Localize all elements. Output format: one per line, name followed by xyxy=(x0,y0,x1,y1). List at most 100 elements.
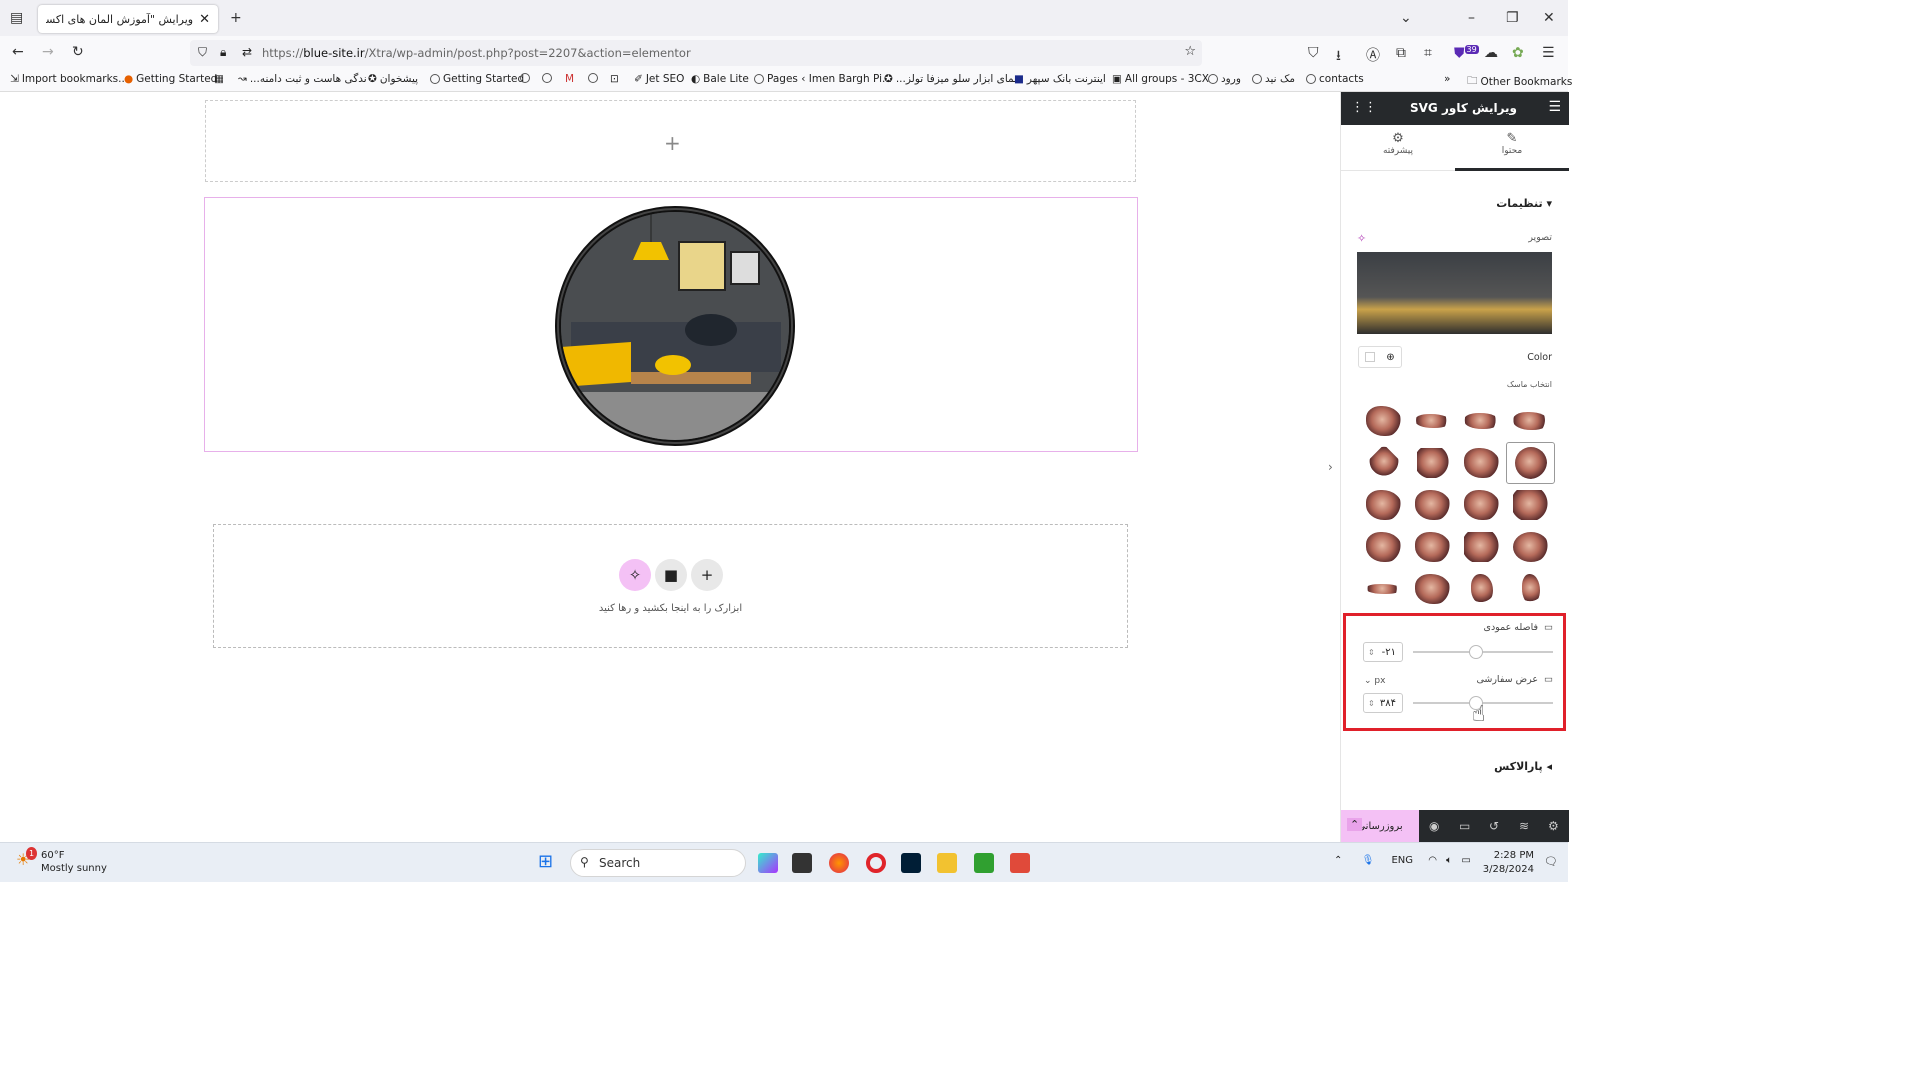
chevron-up-icon[interactable]: ⌃ xyxy=(1334,855,1342,866)
language-indicator[interactable]: ENG xyxy=(1391,855,1413,866)
mask-option[interactable] xyxy=(1408,442,1457,484)
crop-icon[interactable]: ⌗ xyxy=(1424,45,1432,61)
wifi-icon[interactable]: ◠ xyxy=(1428,855,1437,866)
bookmark-item[interactable]: ▣ All groups - 3CX xyxy=(1112,73,1209,85)
tab-list-icon[interactable]: ▤ xyxy=(10,10,23,26)
bookmark-item[interactable]: Pages ‹ Imen Bargh Pi... xyxy=(754,73,892,85)
navigator-icon[interactable]: ≋ xyxy=(1519,819,1529,833)
account-icon[interactable]: Ⓐ xyxy=(1366,45,1380,65)
mask-option[interactable] xyxy=(1359,442,1408,484)
cloud-icon[interactable]: ☁ xyxy=(1484,45,1498,61)
mask-option[interactable] xyxy=(1457,400,1506,442)
back-icon[interactable]: ← xyxy=(12,44,24,60)
bookmark-item[interactable]: contacts xyxy=(1306,73,1364,85)
address-bar[interactable]: ⛉ 🔒︎ ⇄ https://blue-site.ir/Xtra/wp-admi… xyxy=(190,40,1202,66)
collapse-panel-icon[interactable]: › xyxy=(1328,460,1333,474)
slider-handle[interactable] xyxy=(1469,645,1483,659)
parallax-section-header[interactable]: ◂ پارالاکس xyxy=(1494,760,1552,773)
mask-option[interactable] xyxy=(1408,526,1457,568)
firefox-icon[interactable] xyxy=(829,853,849,873)
image-thumbnail[interactable] xyxy=(1357,252,1552,334)
settings-gear-icon[interactable]: ⚙ xyxy=(1548,819,1559,833)
stepper-icon[interactable]: ⇕ xyxy=(1368,699,1375,708)
mask-option[interactable] xyxy=(1457,442,1506,484)
notification-icon[interactable]: 🗨︎ xyxy=(1544,855,1558,868)
desktop-icon[interactable]: ▭ xyxy=(1544,622,1553,633)
reload-icon[interactable]: ↻ xyxy=(72,44,84,60)
template-folder-button[interactable]: ■ xyxy=(655,559,687,591)
bookmark-item[interactable]: ✐ Jet SEO xyxy=(634,73,684,85)
photoshop-icon[interactable] xyxy=(901,853,921,873)
gmail-icon[interactable]: M xyxy=(565,73,574,85)
menu-icon[interactable]: ☰ xyxy=(1542,45,1555,61)
taskbar-search[interactable]: ⚲ Search xyxy=(570,849,746,877)
unit-select[interactable]: ⌄ px xyxy=(1364,676,1385,686)
preview-eye-icon[interactable]: ◉ xyxy=(1429,819,1439,833)
battery-icon[interactable]: ▭ xyxy=(1461,855,1470,866)
chevrons-icon[interactable]: » xyxy=(1444,73,1450,85)
custom-width-input[interactable]: ⇕ ۳۸۴ xyxy=(1363,693,1403,713)
shield-extension-icon[interactable]: ⛊ 39 xyxy=(1454,45,1479,62)
opera-icon[interactable] xyxy=(866,853,886,873)
mask-option[interactable] xyxy=(1506,484,1555,526)
extensions-icon[interactable]: ⧉ xyxy=(1396,45,1406,61)
desktop-icon[interactable]: ▭ xyxy=(1544,674,1553,685)
tab-advanced[interactable]: ⚙ پیشرفته xyxy=(1341,131,1455,156)
bookmark-item[interactable]: ورود xyxy=(1208,73,1241,85)
task-view-icon[interactable] xyxy=(792,853,812,873)
ai-sparkle-button[interactable]: ✧ xyxy=(619,559,651,591)
bookmark-item[interactable]: ■ اینترنت بانک سپهر xyxy=(1014,73,1106,85)
settings-section-header[interactable]: ▾ تنظیمات xyxy=(1496,197,1552,210)
permissions-icon[interactable]: ⇄ xyxy=(242,45,252,59)
globe-icon[interactable] xyxy=(542,73,552,83)
bookmark-item[interactable]: Getting Started xyxy=(430,73,524,85)
responsive-icon[interactable]: ▭ xyxy=(1459,819,1470,833)
bookmark-item[interactable]: ↝ ...ندگی هاست و ثبت دامنه xyxy=(238,73,367,85)
close-tab-icon[interactable]: ✕ xyxy=(199,12,210,27)
add-section-icon[interactable]: + xyxy=(664,131,681,155)
color-picker[interactable]: ⊕ xyxy=(1358,346,1402,368)
windows-start-icon[interactable]: ⊞ xyxy=(538,851,553,872)
bookmark-item[interactable]: ✪ پیشخوان xyxy=(368,73,418,85)
file-explorer-icon[interactable] xyxy=(937,853,957,873)
mask-option[interactable] xyxy=(1506,400,1555,442)
mask-option[interactable] xyxy=(1359,400,1408,442)
stepper-icon[interactable]: ⇕ xyxy=(1368,648,1375,657)
svg-cover-section[interactable] xyxy=(204,197,1138,452)
lock-icon[interactable]: 🔒︎ xyxy=(220,45,226,60)
ai-sparkle-icon[interactable]: ✧ xyxy=(1357,232,1366,245)
bookmark-item[interactable]: ⇲ Import bookmarks... xyxy=(10,73,128,85)
tab-content[interactable]: ✎ محتوا xyxy=(1455,131,1569,171)
grid-menu-icon[interactable]: ⋮⋮ xyxy=(1351,100,1377,115)
minimize-icon[interactable]: – xyxy=(1468,10,1475,26)
vertical-spacing-input[interactable]: ⇕ -۲۱ xyxy=(1363,642,1403,662)
mask-option[interactable] xyxy=(1359,484,1408,526)
globe-icon[interactable]: ⊕ xyxy=(1380,347,1401,367)
chevron-up-icon[interactable]: ⌃ xyxy=(1347,818,1363,831)
add-section-button[interactable]: + xyxy=(691,559,723,591)
restore-icon[interactable]: ❐ xyxy=(1506,10,1519,26)
mask-option[interactable] xyxy=(1457,568,1506,610)
bookmark-item[interactable]: ✪ ...نمای ابزار سلو میزفا تولز xyxy=(884,73,1017,85)
recorder-icon[interactable] xyxy=(1010,853,1030,873)
downloads-icon[interactable]: ⭳ xyxy=(1336,45,1341,69)
bookmark-item[interactable]: ● Getting Started xyxy=(124,73,217,85)
globe-icon[interactable] xyxy=(520,73,530,83)
copilot-icon[interactable] xyxy=(758,853,778,873)
mask-option[interactable] xyxy=(1408,568,1457,610)
extension-icon[interactable]: ✿ xyxy=(1512,45,1524,61)
mask-option[interactable] xyxy=(1408,400,1457,442)
mask-option[interactable] xyxy=(1457,484,1506,526)
clock[interactable]: 2:28 PM 3/28/2024 xyxy=(1483,849,1534,877)
weather-widget[interactable]: ☀ 1 60°F Mostly sunny xyxy=(16,847,107,875)
bookmark-folder[interactable]: 🗀︎ Other Bookmarks xyxy=(1467,73,1572,91)
close-window-icon[interactable]: ✕ xyxy=(1543,10,1555,26)
update-button[interactable]: بروزرسانی ⌃ xyxy=(1341,810,1419,842)
widget-drop-zone[interactable]: ✧ ■ + ابزارک را به اینجا بکشید و رها کنی… xyxy=(213,524,1128,648)
hamburger-icon[interactable]: ☰ xyxy=(1548,99,1561,115)
forward-icon[interactable]: → xyxy=(42,44,54,60)
mask-option-selected[interactable] xyxy=(1506,442,1555,484)
mask-option[interactable] xyxy=(1359,526,1408,568)
vertical-spacing-slider[interactable] xyxy=(1413,645,1553,659)
app-icon[interactable]: ⊡ xyxy=(610,73,619,85)
